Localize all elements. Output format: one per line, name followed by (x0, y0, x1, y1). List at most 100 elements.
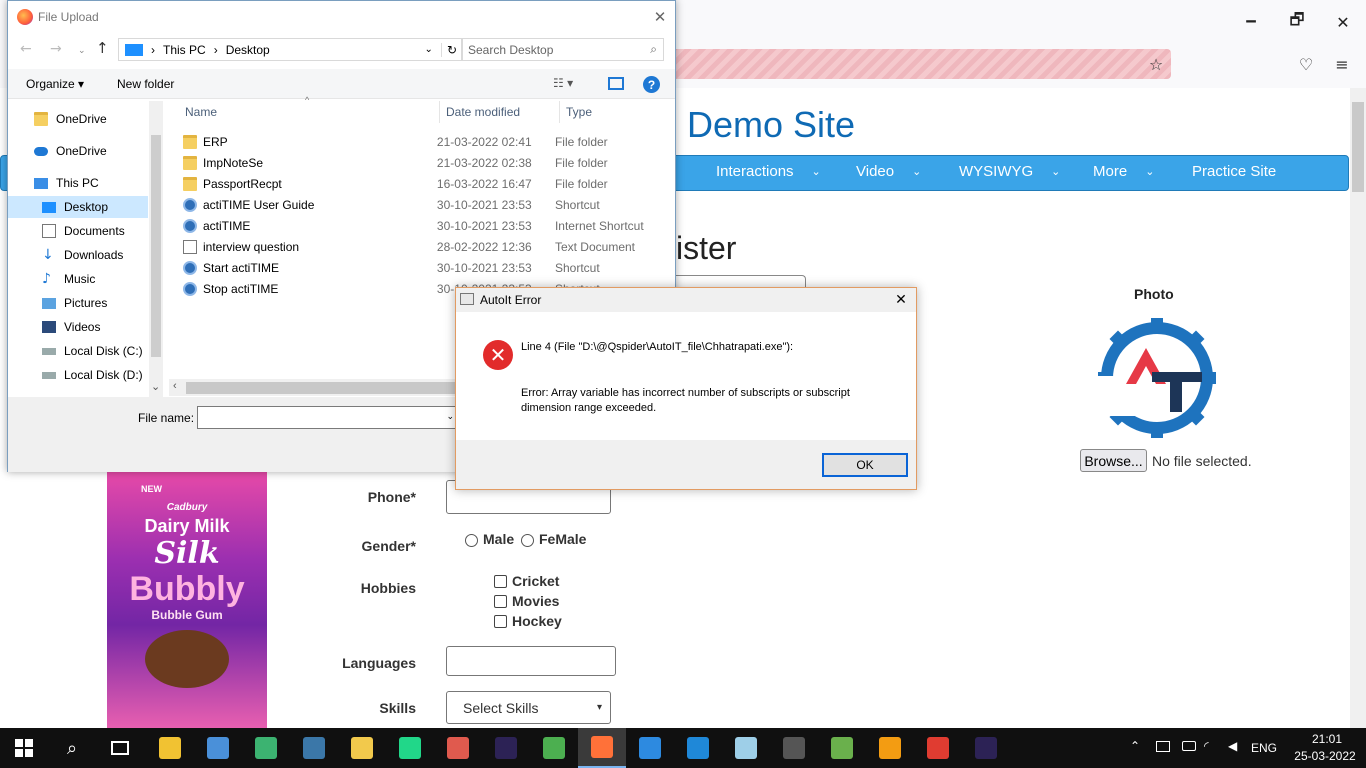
page-scroll-thumb[interactable] (1352, 102, 1364, 192)
breadcrumb-this-pc[interactable]: This PC (163, 43, 206, 57)
tray-app-icon[interactable] (1156, 741, 1170, 752)
breadcrumb-desktop[interactable]: Desktop (226, 43, 270, 57)
sidebar-item-videos[interactable]: Videos (8, 316, 148, 338)
chevron-down-icon[interactable]: ⌄ (446, 411, 454, 422)
taskbar-app-app-s[interactable] (866, 728, 914, 768)
taskbar-app-calculator[interactable] (770, 728, 818, 768)
sidebar-item-pictures[interactable]: Pictures (8, 292, 148, 314)
back-arrow-icon[interactable]: ← (20, 41, 32, 57)
hobby-movies-checkbox[interactable] (494, 595, 507, 608)
sidebar-item-downloads[interactable]: ↓ Downloads (8, 244, 148, 266)
column-name[interactable]: Name (185, 105, 217, 119)
dialog-close-button[interactable]: ✕ (646, 5, 674, 29)
file-row[interactable]: actiTIME User Guide 30-10-2021 23:53 Short… (183, 194, 673, 215)
language-indicator[interactable]: ENG (1251, 741, 1277, 755)
pictures-icon (42, 297, 56, 309)
close-button[interactable]: ✕ (1320, 8, 1366, 36)
file-row[interactable]: Start actiTIME 30-10-2021 23:53 Shortcut (183, 257, 673, 278)
nav-item-video[interactable]: Video ⌄ (856, 163, 921, 180)
sidebar-item-onedrive-cloud[interactable]: OneDrive (8, 140, 148, 162)
taskbar-app-control-panel[interactable] (194, 728, 242, 768)
nav-item-wysiwyg[interactable]: WYSIWYG ⌄ (959, 163, 1060, 180)
start-button[interactable] (0, 728, 48, 768)
scroll-left-icon[interactable]: ‹ (173, 380, 177, 392)
taskbar-app-app-notepad[interactable] (722, 728, 770, 768)
skills-select[interactable]: Select Skills ▾ (446, 691, 611, 724)
taskbar-app-app-red[interactable] (434, 728, 482, 768)
sidebar-item-onedrive[interactable]: OneDrive (8, 108, 148, 130)
wifi-icon[interactable]: ◜ (1204, 739, 1209, 753)
file-row[interactable]: interview question 28-02-2022 12:36 Text D… (183, 236, 673, 257)
sidebar-item-documents[interactable]: Documents (8, 220, 148, 242)
column-type[interactable]: Type (566, 105, 592, 119)
taskbar-app-file-explorer[interactable] (146, 728, 194, 768)
search-box[interactable]: Search Desktop ⌕ (461, 38, 664, 61)
taskbar-app-firefox[interactable] (578, 728, 626, 768)
sidebar-scroll-thumb[interactable] (151, 135, 161, 357)
sidebar-item-local-disk-d[interactable]: Local Disk (D:) (8, 364, 148, 386)
gender-female-radio[interactable] (521, 534, 534, 547)
bookmark-star-icon[interactable]: ☆ (1142, 50, 1170, 78)
taskbar-app-app-p[interactable] (818, 728, 866, 768)
taskbar-app-eclipse-2[interactable] (962, 728, 1010, 768)
taskbar-app-internet-explorer[interactable] (626, 728, 674, 768)
browse-button[interactable]: Browse... (1080, 449, 1147, 472)
languages-input[interactable] (446, 646, 616, 676)
volume-icon[interactable]: ◀ (1228, 739, 1237, 753)
url-bar[interactable] (660, 49, 1171, 79)
taskbar-app-python[interactable] (290, 728, 338, 768)
preview-pane-icon[interactable] (608, 77, 624, 90)
sidebar-item-desktop[interactable]: Desktop (8, 196, 148, 218)
taskbar-app-edge[interactable] (674, 728, 722, 768)
battery-icon[interactable] (1182, 741, 1196, 751)
nav-item-more[interactable]: More ⌄ (1093, 163, 1154, 180)
internet-explorer-icon (639, 737, 661, 759)
nav-item-interactions[interactable]: Interactions ⌄ (716, 163, 821, 180)
hobby-hockey-checkbox[interactable] (494, 615, 507, 628)
taskbar-app-app-green-plus[interactable] (242, 728, 290, 768)
maximize-button[interactable]: 🗗 (1274, 8, 1320, 36)
menu-icon[interactable]: ≡ (1328, 50, 1356, 78)
chevron-down-icon[interactable]: ⌄ (425, 44, 433, 55)
file-row[interactable]: ImpNoteSe 21-03-2022 02:38 File folder (183, 152, 673, 173)
scroll-down-icon[interactable]: ⌄ (151, 380, 160, 393)
address-bar[interactable]: › This PC › Desktop ⌄ ↻ (118, 38, 463, 61)
nav-item-practice-site[interactable]: Practice Site (1192, 163, 1276, 180)
forward-arrow-icon[interactable]: → (50, 41, 62, 57)
pocket-icon[interactable]: ♡ (1292, 50, 1320, 78)
taskbar-app-chrome[interactable] (530, 728, 578, 768)
sidebar-item-this-pc[interactable]: This PC (8, 172, 148, 194)
sidebar-item-local-disk-c[interactable]: Local Disk (C:) (8, 340, 148, 362)
dialog-close-button[interactable]: ✕ (888, 290, 914, 310)
new-folder-button[interactable]: New folder (117, 77, 174, 91)
refresh-icon[interactable]: ↻ (440, 42, 462, 57)
sidebar-item-music[interactable]: ♪ Music (8, 268, 148, 290)
column-date-modified[interactable]: Date modified (446, 105, 520, 119)
file-row[interactable]: ERP 21-03-2022 02:41 File folder (183, 131, 673, 152)
gender-male-radio[interactable] (465, 534, 478, 547)
view-options-icon[interactable]: ☷ ▾ (553, 76, 573, 90)
minimize-button[interactable]: 🗕 (1228, 8, 1274, 36)
organize-button[interactable]: Organize ▾ (26, 77, 84, 91)
hobby-cricket-checkbox[interactable] (494, 575, 507, 588)
file-name-input[interactable]: ⌄ (197, 406, 459, 429)
taskbar-app-python-idle[interactable] (338, 728, 386, 768)
file-row[interactable]: actiTIME 30-10-2021 23:53 Internet Shortcu… (183, 215, 673, 236)
search-icon[interactable]: ⌕ (48, 728, 96, 768)
file-row[interactable]: PassportRecpt 16-03-2022 16:47 File folder (183, 173, 673, 194)
chevron-down-icon[interactable]: ⌄ (78, 45, 86, 56)
ok-button[interactable]: OK (822, 453, 908, 477)
horizontal-scroll-thumb[interactable] (186, 382, 456, 394)
up-arrow-icon[interactable]: ↑ (96, 39, 109, 57)
taskbar-app-eclipse[interactable] (482, 728, 530, 768)
clock-time[interactable]: 21:01 (1307, 732, 1347, 746)
taskbar-app-app-t[interactable] (914, 728, 962, 768)
calculator-icon (783, 737, 805, 759)
clock-date[interactable]: 25-03-2022 (1290, 749, 1360, 763)
file-date: 16-03-2022 16:47 (436, 176, 532, 191)
taskbar-app-pycharm[interactable] (386, 728, 434, 768)
advertisement-image[interactable]: NEW Cadbury Dairy Milk Silk Bubbly Bubbl… (107, 470, 267, 728)
help-icon[interactable]: ? (643, 76, 660, 93)
task-view-icon[interactable] (96, 728, 144, 768)
tray-chevron-up-icon[interactable]: ⌃ (1130, 739, 1140, 753)
